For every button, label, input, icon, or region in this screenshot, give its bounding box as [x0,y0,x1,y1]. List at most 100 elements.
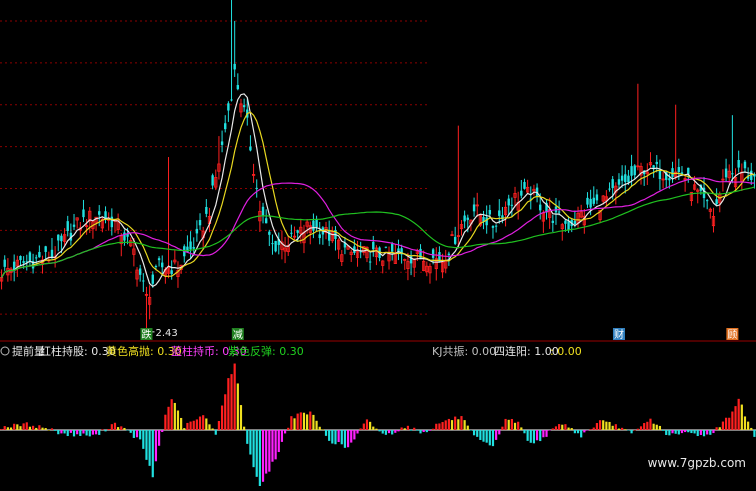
indicator-bar [513,422,517,430]
indicator-bar [378,430,381,432]
indicator-bar [0,429,3,430]
signal-label: 财 [614,328,624,341]
indicator-bar [82,430,85,434]
indicator-bar [123,427,126,430]
candle-body [38,252,41,258]
stock-chart: 2.43 跌 减 财 顾 提前量 红柱持股: 0.30 黄色高抛: 0.30 蓝柱持币: … [0,0,756,487]
candle-body [227,103,230,111]
indicator-bar [397,430,400,432]
indicator-bar [337,430,340,442]
indicator-bar [91,430,95,435]
candle-body [271,243,274,245]
indicator-bar [425,430,428,433]
indicator-bar [495,430,498,440]
indicator-bar [280,430,284,442]
indicator-bar [69,430,72,433]
indicator-bar [183,428,186,430]
indicator-bar [472,430,476,436]
indicator-bar [365,419,369,430]
candle-body [3,259,6,267]
indicator-bar [25,422,28,430]
indicator-bar [214,430,217,435]
indicator-bar [476,430,479,437]
watermark: www.7gpzb.com [648,456,746,470]
indicator-bar [126,430,129,431]
indicator-bar [101,429,104,430]
indicator-bar [639,426,643,430]
legend-item: : 0.00 [550,345,582,358]
candle-body [498,210,501,216]
indicator-bar [151,430,154,478]
candle-body [261,206,265,216]
candle-body [592,197,595,204]
indicator-bar [296,413,299,430]
indicator-bar [501,426,504,430]
indicator-bar [551,428,554,430]
indicator-bar [589,429,592,430]
indicator-bar [706,430,709,435]
candle-body [60,235,63,242]
indicator-legend: 提前量 红柱持股: 0.30黄色高抛: 0.30蓝柱持币: 0.30紫色反弹: … [0,344,582,358]
candle-body [195,228,199,234]
indicator-bar [680,430,684,434]
indicator-bar [441,422,444,430]
candle-body [66,221,69,231]
candle-body [19,255,22,261]
indicator-bar [85,430,88,436]
indicator-bar [173,402,176,430]
indicator-bar [176,410,180,430]
candle-body [274,240,277,252]
indicator-bar [545,430,548,437]
signal-marker: 减 [231,328,244,341]
candle-body [154,266,158,268]
indicator-bar [413,427,416,430]
indicator-bar [359,428,362,430]
indicator-bar [435,423,438,430]
indicator-bar [239,405,243,430]
candle-body [472,204,476,212]
indicator-bar [54,430,57,431]
indicator-bar [674,430,677,434]
indicator-bar [19,426,22,430]
indicator-bar [598,420,602,430]
indicator-bar [129,430,132,433]
candle-body [466,217,469,220]
indicator-bar [233,363,236,430]
indicator-bar [6,427,9,430]
candle-body [157,258,161,261]
indicator-bar [154,430,158,462]
indicator-bar [570,428,573,430]
indicator-bar [479,430,482,440]
indicator-bar [98,430,101,435]
indicator-bar [60,430,63,434]
candle-body [264,218,268,224]
indicator-bar [246,430,249,444]
indicator-bar [261,430,265,482]
indicator-bar [142,430,145,449]
candle-body [327,230,331,241]
indicator-bar [416,430,419,431]
indicator-bar [161,430,164,433]
indicator-bar [79,430,82,436]
indicator-bar [567,427,570,430]
indicator-bar [110,424,113,430]
candle-body [72,224,76,227]
indicator-bar [454,416,457,430]
indicator-bar [573,430,576,434]
candle-body [110,216,114,228]
indicator-bar [88,430,91,437]
indicator-bar [299,412,302,430]
indicator-bar [586,430,589,431]
indicator-bar [520,427,523,430]
indicator-bar [180,417,183,430]
candle-body [35,257,38,259]
candle-body [520,190,523,196]
candle-body [198,220,202,226]
indicator-bar [696,430,699,437]
indicator-bar [718,427,721,430]
candle-body [586,197,589,205]
indicator-bar [135,430,139,438]
indicator-bar [202,415,205,430]
candle-body [28,252,32,261]
indicator-bar [170,399,173,430]
